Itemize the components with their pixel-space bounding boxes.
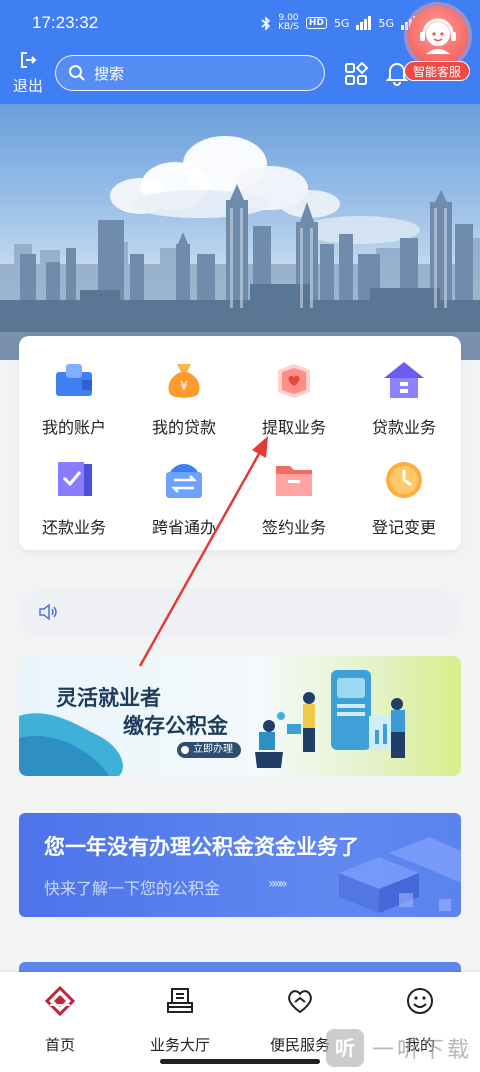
service-my-loan[interactable]: ¥ 我的贷款: [129, 358, 239, 438]
heart-hand-icon: [288, 990, 312, 1014]
home-logo-icon: [44, 985, 76, 1017]
site-watermark: 听 一听下载: [326, 1026, 478, 1070]
city-skyline-image: [0, 136, 480, 360]
customer-service-label: 智能客服: [404, 61, 470, 81]
logout-label: 退出: [12, 77, 43, 95]
watermark-text: 一听下载: [372, 1038, 473, 1063]
service-contract[interactable]: 签约业务: [239, 458, 349, 538]
service-loan-business[interactable]: 贷款业务: [349, 358, 459, 438]
fund-reminder-banner[interactable]: 您一年没有办理公积金资金业务了 快来了解一下您的公积金 »»»: [19, 813, 461, 917]
search-input[interactable]: 搜索: [55, 55, 325, 91]
hd-badge: HD: [305, 17, 327, 29]
apps-grid-icon[interactable]: [344, 62, 368, 86]
nav-business-hall[interactable]: 业务大厅: [125, 986, 235, 1055]
status-time: 17:23:32: [32, 13, 99, 32]
svg-text:¥: ¥: [180, 379, 188, 393]
business-hall-icon: [167, 988, 193, 1013]
customer-service-button[interactable]: 智能客服: [404, 4, 470, 84]
promo-title-line-1: 灵活就业者: [56, 686, 161, 710]
withdraw-heart-icon: [278, 364, 310, 398]
nav-home[interactable]: 首页: [5, 985, 115, 1055]
quick-services-card: 我的账户 ¥ 我的贷款 提取业务 贷款业务 还款业务 跨省通办 签约业务 登记变…: [19, 336, 461, 550]
promo-illustration: [19, 670, 405, 776]
flexible-employment-promo[interactable]: 灵活就业者 缴存公积金 立即办理: [19, 656, 461, 776]
network-speed: 9.00 KB/S: [278, 13, 299, 32]
service-cross-province[interactable]: 跨省通办: [129, 458, 239, 538]
logout-icon: [21, 52, 37, 68]
search-placeholder: 搜索: [94, 64, 125, 83]
bluetooth-icon: [261, 15, 271, 31]
service-label: 跨省通办: [151, 518, 216, 537]
watermark-badge: 听: [326, 1029, 364, 1067]
service-label: 贷款业务: [371, 418, 436, 437]
network-label-1: 5G: [333, 16, 350, 30]
banner-title: 您一年没有办理公积金资金业务了: [44, 835, 359, 859]
repay-check-icon: [58, 462, 92, 496]
service-repayment[interactable]: 还款业务: [19, 458, 129, 538]
service-label: 我的账户: [41, 418, 106, 437]
customer-service-avatar-icon: [408, 6, 468, 66]
isometric-blocks-illustration: [339, 837, 461, 913]
house-loan-icon: [384, 362, 424, 398]
smile-face-icon: [407, 988, 433, 1014]
account-icon: [56, 364, 92, 396]
home-indicator[interactable]: [160, 1059, 320, 1064]
service-label: 我的贷款: [151, 418, 216, 437]
banner-subtitle: 快来了解一下您的公积金: [44, 879, 221, 898]
apply-now-button[interactable]: 立即办理: [177, 742, 241, 758]
service-label: 提取业务: [261, 418, 326, 437]
promo-title-line-2: 缴存公积金: [123, 714, 228, 738]
transfer-arrows-icon: [166, 464, 202, 498]
service-label: 签约业务: [261, 518, 326, 537]
clock-change-icon: [386, 462, 422, 498]
service-label: 还款业务: [41, 518, 106, 537]
folder-contract-icon: [276, 466, 312, 496]
nav-label: 业务大厅: [149, 1036, 210, 1054]
city-skyline-banner[interactable]: [0, 104, 480, 360]
service-withdraw[interactable]: 提取业务: [239, 358, 349, 438]
network-label-2: 5G: [378, 16, 394, 30]
signal-icon-1: [356, 16, 372, 30]
notice-bar[interactable]: [19, 589, 461, 637]
logout-button[interactable]: 退出: [10, 50, 46, 96]
service-label: 登记变更: [371, 518, 436, 537]
search-icon: [69, 65, 85, 81]
money-bag-icon: ¥: [168, 364, 200, 398]
service-my-account[interactable]: 我的账户: [19, 358, 129, 438]
service-registration-change[interactable]: 登记变更: [349, 458, 459, 538]
nav-label: 首页: [44, 1036, 75, 1054]
chevrons-right-icon: »»»: [268, 876, 288, 892]
speaker-icon: [39, 603, 57, 621]
